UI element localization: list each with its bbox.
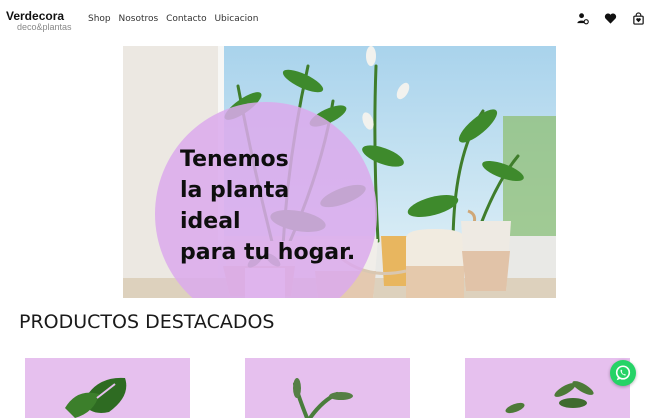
- whatsapp-icon: [615, 365, 631, 381]
- heart-icon[interactable]: [604, 12, 617, 25]
- product-card[interactable]: [25, 358, 190, 418]
- whatsapp-button[interactable]: [610, 360, 636, 386]
- nav-link-contacto[interactable]: Contacto: [166, 14, 207, 24]
- hero-banner: Tenemos la planta ideal para tu hogar.: [123, 46, 556, 298]
- nav-links: Shop Nosotros Contacto Ubicacion: [88, 14, 263, 24]
- brand-logo[interactable]: Verdecora deco&plantas: [6, 10, 72, 32]
- brand-tagline: deco&plantas: [17, 22, 72, 32]
- product-card[interactable]: [465, 358, 630, 418]
- navbar: Verdecora deco&plantas Shop Nosotros Con…: [0, 0, 653, 40]
- shopping-bag-icon[interactable]: [632, 12, 645, 25]
- hero-headline: Tenemos la planta ideal para tu hogar.: [180, 147, 356, 265]
- brand-name: Verdecora: [6, 9, 65, 23]
- user-settings-icon[interactable]: [576, 12, 589, 25]
- featured-products-title: PRODUCTOS DESTACADOS: [19, 311, 275, 333]
- product-image: [505, 381, 594, 414]
- nav-link-shop[interactable]: Shop: [88, 14, 111, 24]
- header-icons: [576, 12, 645, 25]
- nav-link-ubicacion[interactable]: Ubicacion: [214, 14, 258, 24]
- product-image: [293, 378, 353, 418]
- product-image: [65, 377, 127, 418]
- nav-link-nosotros[interactable]: Nosotros: [119, 14, 159, 24]
- product-card[interactable]: [245, 358, 410, 418]
